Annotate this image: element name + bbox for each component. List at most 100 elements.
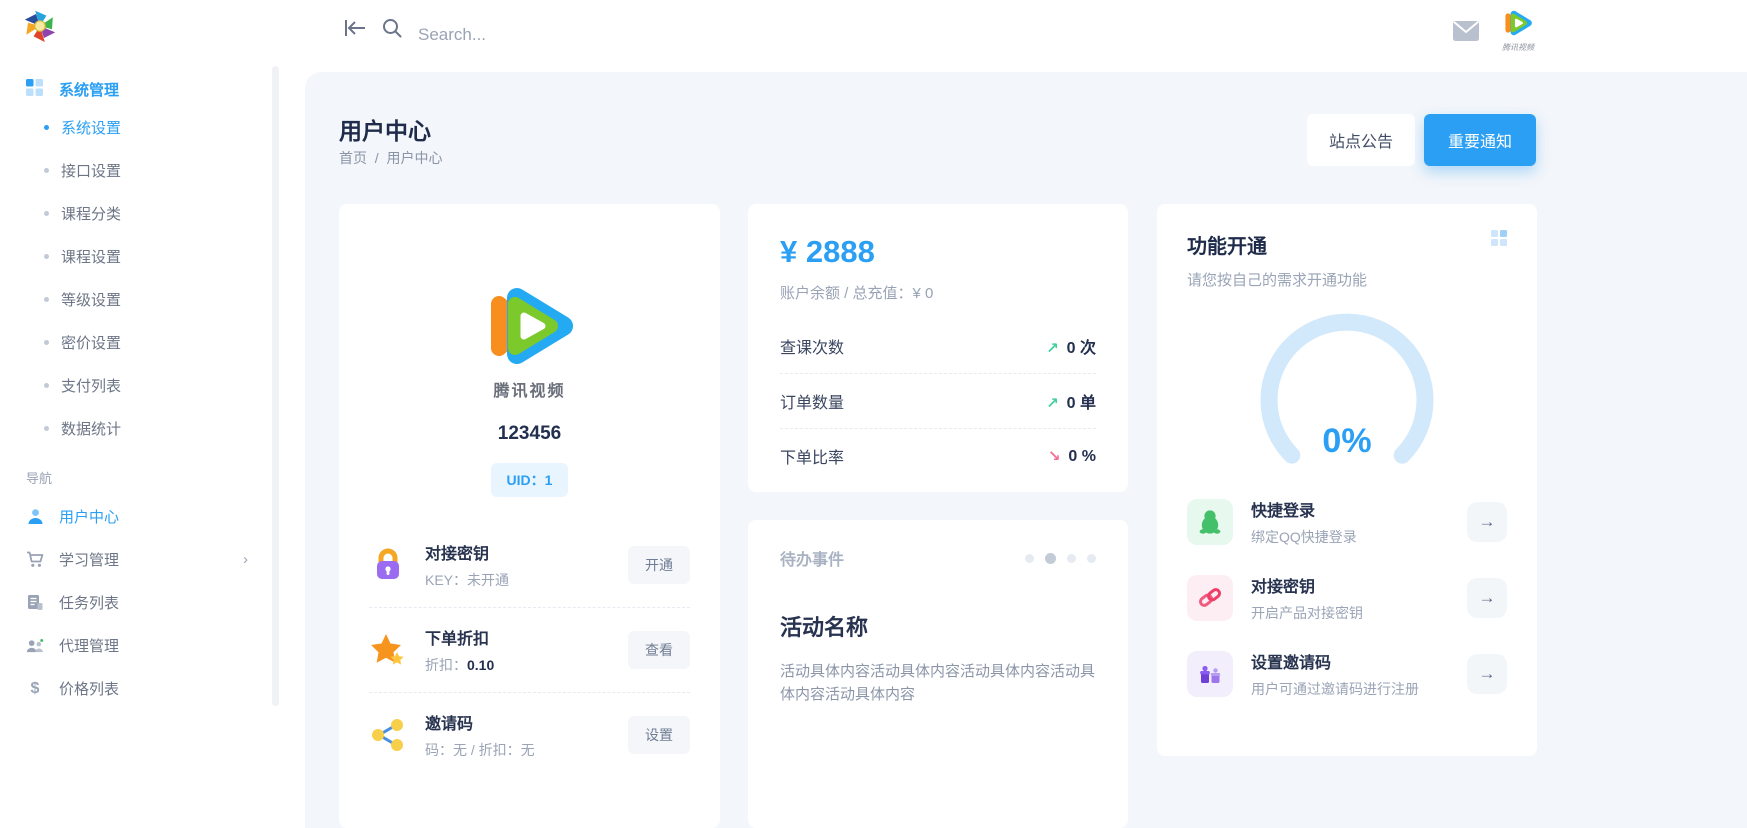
chevron-right-icon: › [243, 551, 248, 568]
quick-login-arrow-button[interactable]: → [1467, 502, 1507, 542]
stat-row-lookups: 查课次数 ↗0 次 [780, 319, 1096, 373]
stat-value: 0 次 [1067, 340, 1096, 357]
activation-gauge: 0% [1237, 304, 1457, 476]
todo-card: 待办事件 活动名称 活动具体内容活动具体内容活动具体内容活动具体内容活动具体内容 [748, 520, 1128, 828]
important-notice-button[interactable]: 重要通知 [1424, 114, 1536, 166]
profile-rows: 对接密钥 KEY：未开通 开通 下单折扣 折扣：0.10 [339, 523, 720, 777]
stat-row-orders: 订单数量 ↗0 单 [780, 373, 1096, 428]
balance-amount: ¥ 2888 [780, 234, 1096, 270]
site-notice-button[interactable]: 站点公告 [1307, 114, 1415, 166]
sidebar-menu: 系统管理 系统设置 接口设置 课程分类 课程设置 等级设置 密价设置 支付列表 … [0, 72, 270, 710]
invite-code-arrow-button[interactable]: → [1467, 654, 1507, 694]
tencent-video-wordmark: 腾讯视频 [339, 377, 720, 401]
user-avatar[interactable]: 腾讯视频 [1498, 6, 1538, 53]
sidebar-scrollbar[interactable] [272, 66, 279, 706]
carousel-dot[interactable] [1025, 554, 1034, 563]
sidebar-item-agent-management[interactable]: 代理管理 [0, 624, 270, 667]
profile-card: 腾讯视频 123456 UID：1 对接密钥 [339, 204, 720, 828]
bullet-icon [44, 211, 49, 216]
discount-value: 0.10 [467, 657, 494, 673]
feature-subtitle: 用户可通过邀请码进行注册 [1251, 679, 1467, 699]
feature-title: 设置邀请码 [1251, 649, 1467, 673]
profile-row-invite-code: 邀请码 码：无 / 折扣：无 设置 [369, 692, 690, 777]
sidebar-item-secret-price-settings[interactable]: 密价设置 [0, 321, 270, 364]
sidebar-collapse-icon[interactable] [343, 17, 367, 44]
stats-list: 查课次数 ↗0 次 订单数量 ↗0 单 下单比率 ↘0 % [780, 319, 1096, 483]
mini-grid-icon [1491, 230, 1507, 251]
search-input[interactable] [418, 12, 1018, 58]
api-key-arrow-button[interactable]: → [1467, 578, 1507, 618]
row-title: 对接密钥 [425, 540, 628, 564]
feature-row-quick-login: 快捷登录 绑定QQ快捷登录 → [1187, 484, 1507, 560]
sidebar-item-price-list[interactable]: $ 价格列表 [0, 667, 270, 710]
mail-icon[interactable] [1452, 20, 1480, 47]
carousel-dot[interactable] [1067, 554, 1076, 563]
main-panel: 用户中心 首页 / 用户中心 站点公告 重要通知 腾讯视频 123456 UID… [305, 72, 1747, 828]
cart-icon [26, 551, 44, 569]
bullet-icon [44, 125, 49, 130]
sidebar-item-user-center[interactable]: 用户中心 [0, 495, 270, 538]
share-icon [369, 716, 407, 754]
event-body: 活动具体内容活动具体内容活动具体内容活动具体内容活动具体内容 [780, 660, 1096, 706]
row-subtitle: 码：无 / 折扣：无 [425, 740, 628, 760]
breadcrumb-separator: / [375, 150, 379, 166]
features-subtitle: 请您按自己的需求开通功能 [1187, 269, 1367, 290]
breadcrumb: 首页 / 用户中心 [339, 148, 442, 168]
open-key-button[interactable]: 开通 [628, 546, 690, 584]
stat-value: 0 % [1068, 448, 1096, 465]
sidebar-item-system-settings[interactable]: 系统设置 [0, 106, 270, 149]
sidebar-section-label: 导航 [26, 468, 270, 487]
bullet-icon [44, 297, 49, 302]
user-icon [26, 508, 44, 526]
link-icon [1187, 575, 1233, 621]
features-card: 功能开通 请您按自己的需求开通功能 0% [1157, 204, 1537, 756]
sidebar-group-system-management[interactable]: 系统管理 [0, 72, 270, 106]
set-invite-code-button[interactable]: 设置 [628, 716, 690, 754]
view-discount-button[interactable]: 查看 [628, 631, 690, 669]
sidebar-item-data-statistics[interactable]: 数据统计 [0, 407, 270, 450]
gift-icon [1187, 651, 1233, 697]
lock-icon [369, 546, 407, 584]
sidebar-item-task-list[interactable]: 任务列表 [0, 581, 270, 624]
trend-up-icon: ↗ [1046, 395, 1059, 412]
sidebar-item-api-settings[interactable]: 接口设置 [0, 149, 270, 192]
sidebar-item-payment-list[interactable]: 支付列表 [0, 364, 270, 407]
page-title: 用户中心 [339, 112, 431, 146]
row-title: 下单折扣 [425, 625, 628, 649]
agents-icon [26, 637, 44, 655]
bullet-icon [44, 340, 49, 345]
carousel-dot[interactable] [1087, 554, 1096, 563]
trend-down-icon: ↘ [1048, 448, 1061, 465]
features-title: 功能开通 [1187, 230, 1367, 259]
stat-value: 0 单 [1067, 395, 1096, 412]
price-icon: $ [26, 680, 44, 698]
carousel-dots [1025, 553, 1096, 564]
star-icon [369, 631, 407, 669]
bullet-icon [44, 254, 49, 259]
breadcrumb-home[interactable]: 首页 [339, 150, 367, 166]
search-icon[interactable] [381, 17, 403, 44]
grid-icon [26, 79, 43, 100]
sidebar-item-course-settings[interactable]: 课程设置 [0, 235, 270, 278]
breadcrumb-current: 用户中心 [386, 150, 442, 166]
trend-up-icon: ↗ [1046, 340, 1059, 357]
feature-row-api-key: 对接密钥 开启产品对接密钥 → [1187, 560, 1507, 636]
username: 123456 [339, 423, 720, 445]
balance-caption: 账户余额 / 总充值：¥ 0 [780, 282, 1096, 303]
sidebar-item-level-settings[interactable]: 等级设置 [0, 278, 270, 321]
sidebar: 系统管理 系统设置 接口设置 课程分类 课程设置 等级设置 密价设置 支付列表 … [0, 0, 305, 828]
feature-subtitle: 开启产品对接密钥 [1251, 603, 1467, 623]
feature-subtitle: 绑定QQ快捷登录 [1251, 527, 1467, 547]
bullet-icon [44, 426, 49, 431]
row-subtitle: KEY：未开通 [425, 570, 628, 590]
event-title: 活动名称 [780, 610, 1096, 642]
row-title: 邀请码 [425, 710, 628, 734]
sidebar-item-study-management[interactable]: 学习管理 › [0, 538, 270, 581]
tencent-video-logo: 腾讯视频 [339, 276, 720, 401]
bullet-icon [44, 383, 49, 388]
app-logo-icon[interactable] [20, 6, 60, 46]
carousel-dot-active[interactable] [1045, 553, 1056, 564]
todo-title: 待办事件 [780, 546, 844, 570]
feature-title: 快捷登录 [1251, 497, 1467, 521]
sidebar-item-course-category[interactable]: 课程分类 [0, 192, 270, 235]
